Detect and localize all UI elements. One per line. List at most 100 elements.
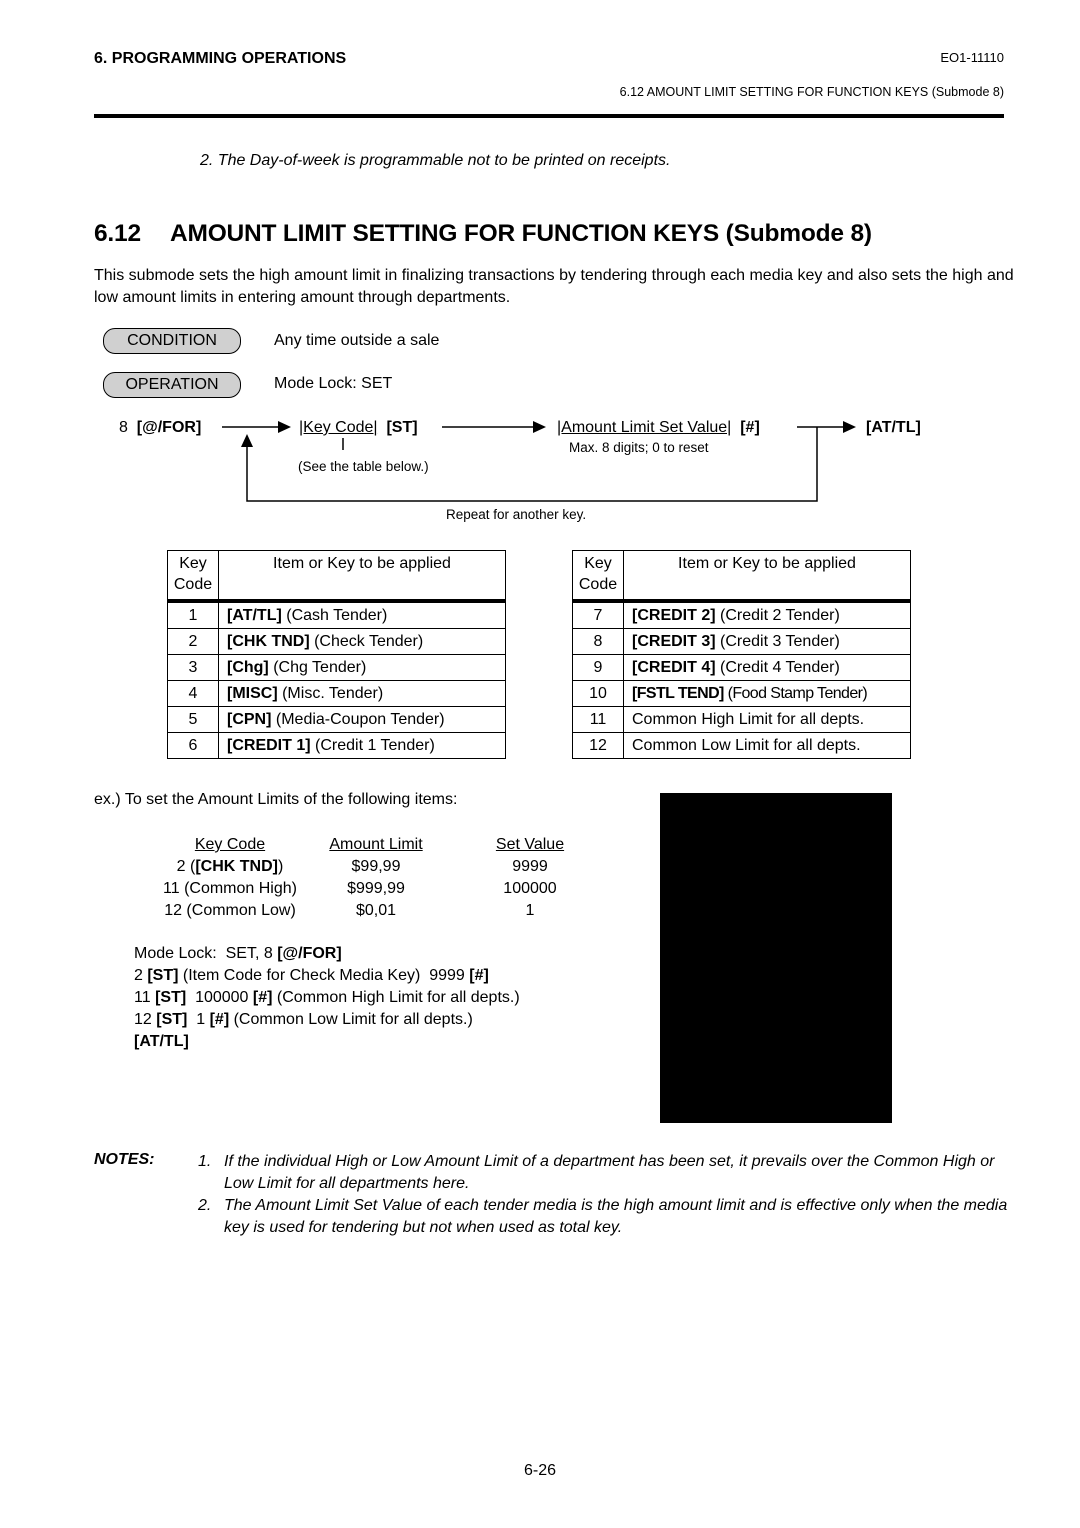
step-text: (Common High Limit for all depts.) [272,989,520,1006]
step-text: Mode Lock: SET, 8 [134,945,278,962]
key-description: (Cash Tender) [281,606,388,624]
key-code-text: 11 (Common High) [163,880,297,897]
note-text: The Amount Limit Set Value of each tende… [224,1197,1008,1236]
step-text: 1 [187,1011,210,1028]
item-cell: [AT/TL] (Cash Tender) [218,600,506,629]
example-key-code: 12 (Common Low) [150,900,310,922]
example-col-set-value: Set Value 9999 100000 1 [470,834,590,922]
flow-amount-note: Max. 8 digits; 0 to reset [569,440,709,455]
example-col-amount-limit: Amount Limit $99,99 $999,99 $0,01 [306,834,446,922]
table-row: 1 [AT/TL] (Cash Tender) [167,600,506,629]
header-item: Item or Key to be applied [623,550,911,602]
example-step-line: Mode Lock: SET, 8 [@/FOR] [134,943,520,965]
key-code-cell: 2 [167,628,219,655]
flow-diagram-lines [222,421,856,502]
key-name: [CREDIT 1] [227,736,311,754]
key-description: (Credit 2 Tender) [715,606,840,624]
key-description: Common High Limit for all depts. [632,710,865,728]
note-text: If the individual High or Low Amount Lim… [224,1153,995,1192]
key-name: [MISC] [227,684,278,702]
key-name: [CREDIT 4] [632,658,716,676]
key-code-cell: 10 [572,680,624,707]
item-cell: [CHK TND] (Check Tender) [218,628,506,655]
table-row: 10 [FSTL TEND] (Food Stamp Tender) [572,680,911,707]
table-row: 8 [CREDIT 3] (Credit 3 Tender) [572,628,911,655]
flow-start-number: 8 [119,419,128,436]
example-key-code: 2 ([CHK TND]) [150,856,310,878]
key-description: (Media-Coupon Tender) [271,710,445,728]
key-name: [ST] [155,989,187,1006]
key-name: [FSTL TEND] [632,684,724,702]
key-description: Common Low Limit for all depts. [632,736,861,754]
key-code-cell: 4 [167,680,219,707]
notes-label: NOTES: [94,1151,155,1168]
example-steps: Mode Lock: SET, 8 [@/FOR] 2 [ST] (Item Co… [134,943,520,1053]
key-name: [ST] [147,967,179,984]
table-header-row: Key Code Item or Key to be applied [167,550,506,602]
item-cell: [MISC] (Misc. Tender) [218,680,506,707]
example-step-line: 11 [ST] 100000 [#] (Common High Limit fo… [134,987,520,1009]
flow-st-key: [ST] [386,419,418,436]
example-step-line: 12 [ST] 1 [#] (Common Low Limit for all … [134,1009,520,1031]
key-description: (Check Tender) [309,632,424,650]
key-code-text: ) [278,858,284,875]
key-name: [CREDIT 2] [632,606,716,624]
key-code-cell: 1 [167,600,219,629]
key-name: [Chg] [227,658,269,676]
note-item: 2. The Amount Limit Set Value of each ten… [198,1195,1018,1239]
key-name: [#] [469,967,489,984]
key-name: [ST] [156,1011,188,1028]
table-row: 4 [MISC] (Misc. Tender) [167,680,506,707]
key-name: [CHK TND] [195,858,278,875]
table-row: 9 [CREDIT 4] (Credit 4 Tender) [572,654,911,681]
key-name: [#] [209,1011,230,1028]
flow-amount-input: |Amount Limit Set Value| [557,419,732,436]
item-cell: [CPN] (Media-Coupon Tender) [218,706,506,733]
redacted-receipt-image [660,793,892,1123]
key-code-cell: 5 [167,706,219,733]
step-text: 12 [134,1011,157,1028]
key-description: (Credit 3 Tender) [715,632,840,650]
table-header-row: Key Code Item or Key to be applied [572,550,911,602]
key-name: [AT/TL] [227,606,282,624]
flow-attl-key: [AT/TL] [866,419,921,436]
key-code-cell: 11 [572,706,624,733]
flow-start: 8 [@/FOR] [119,419,201,437]
table-row: 11 Common High Limit for all depts. [572,706,911,733]
header-key-code: Key Code [572,550,624,602]
page-number: 6-26 [523,1462,557,1479]
table-row: 3 [Chg] (Chg Tender) [167,654,506,681]
example-intro: ex.) To set the Amount Limits of the fol… [94,791,458,808]
item-cell: [CREDIT 3] (Credit 3 Tender) [623,628,911,655]
step-text: 2 [134,967,148,984]
arrowhead-1 [278,421,291,433]
example-step-line: [AT/TL] [134,1031,520,1053]
key-code-cell: 6 [167,732,219,759]
note-item: 1. If the individual High or Low Amount L… [198,1151,1018,1195]
key-code-text: 12 (Common Low) [164,902,296,919]
example-step-line: 2 [ST] (Item Code for Check Media Key) 9… [134,965,520,987]
arrowhead-up [241,434,253,447]
arrowhead-2 [533,421,546,433]
example-set-value: 100000 [503,880,557,897]
key-description: (Credit 1 Tender) [310,736,435,754]
key-name: [CREDIT 3] [632,632,716,650]
key-name: [AT/TL] [134,1033,189,1050]
item-cell: Common High Limit for all depts. [623,706,911,733]
table-row: 7 [CREDIT 2] (Credit 2 Tender) [572,600,911,629]
key-code-cell: 8 [572,628,624,655]
step-text: 100000 [186,989,253,1006]
example-header-key-code: Key Code [194,836,266,853]
table-row: 6 [CREDIT 1] (Credit 1 Tender) [167,732,506,759]
flow-amount-step: |Amount Limit Set Value| [#] [557,419,760,437]
step-text: 11 [134,989,156,1006]
key-name: [@/FOR] [277,945,342,962]
key-description: (Credit 4 Tender) [715,658,840,676]
flow-keycode-note: (See the table below.) [298,459,429,474]
item-cell: [CREDIT 4] (Credit 4 Tender) [623,654,911,681]
table-row: 12 Common Low Limit for all depts. [572,732,911,759]
example-set-value: 1 [525,902,535,919]
notes-list: 1. If the individual High or Low Amount L… [198,1151,1018,1239]
item-cell: [CREDIT 1] (Credit 1 Tender) [218,732,506,759]
key-name: [#] [252,989,273,1006]
